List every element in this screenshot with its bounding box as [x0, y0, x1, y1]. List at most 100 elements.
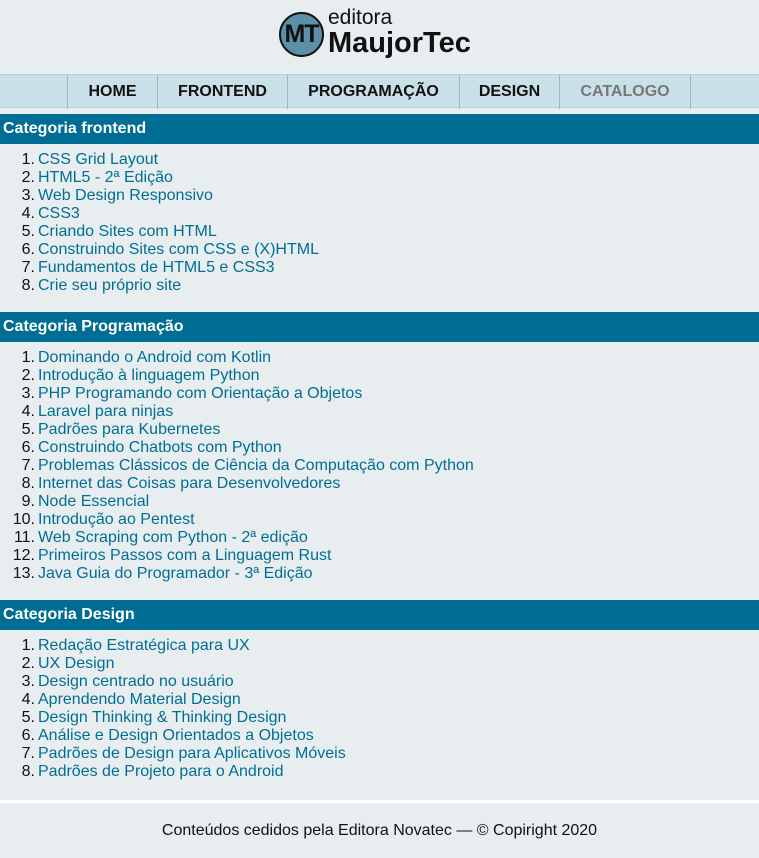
book-link[interactable]: Análise e Design Orientados a Objetos: [38, 727, 314, 744]
book-link[interactable]: Padrões de Design para Aplicativos Móvei…: [38, 745, 346, 762]
book-link[interactable]: Crie seu próprio site: [38, 277, 181, 294]
logo-title[interactable]: MaujorTec: [328, 27, 471, 59]
nav-item-frontend[interactable]: FRONTEND: [157, 75, 287, 109]
list-item-number: 2.: [21, 169, 35, 186]
list-item-number: 2.: [21, 655, 35, 672]
book-link[interactable]: Node Essencial: [38, 493, 149, 510]
book-link[interactable]: Design centrado no usuário: [38, 673, 234, 690]
list-item-number: 4.: [21, 403, 35, 420]
book-link[interactable]: CSS3: [38, 205, 80, 222]
list-item-number: 10.: [12, 511, 35, 528]
category-header-frontend: Categoria frontend: [0, 114, 759, 144]
list-item-number: 3.: [21, 673, 35, 690]
category-header-programacao: Categoria Programação: [0, 312, 759, 342]
list-item-number: 6.: [21, 439, 35, 456]
list-item: 3. PHP Programando com Orientação a Objet…: [0, 385, 474, 403]
list-item: 2. HTML5 - 2ª Edição: [0, 169, 319, 187]
list-item-number: 1.: [21, 151, 35, 168]
list-item: 8. Crie seu próprio site: [0, 277, 319, 295]
book-link[interactable]: Web Design Responsivo: [38, 187, 213, 204]
list-item-number: 5.: [21, 709, 35, 726]
footer-text: Conteúdos cedidos pela Editora Novatec —…: [161, 821, 598, 839]
list-item: 7. Problemas Clássicos de Ciência da Comp…: [0, 457, 474, 475]
book-list-design: 1. Redação Estratégica para UX 2. UX Design…: [0, 637, 346, 781]
nav-item-design[interactable]: DESIGN: [459, 75, 559, 109]
list-item: 8. Padrões de Projeto para o Android: [0, 763, 346, 781]
list-item: 2. UX Design: [0, 655, 346, 673]
book-link[interactable]: Problemas Clássicos de Ciência da Comput…: [38, 457, 474, 474]
list-item: 8. Internet das Coisas para Desenvolvedor…: [0, 475, 474, 493]
logo-badge[interactable]: MT: [279, 12, 324, 57]
list-item-number: 13.: [12, 565, 35, 582]
book-link[interactable]: Introdução ao Pentest: [38, 511, 195, 528]
list-item-number: 3.: [21, 385, 35, 402]
nav-item-programacao[interactable]: PROGRAMAÇÃO: [287, 75, 459, 109]
list-item: 2. Introdução à linguagem Python: [0, 367, 474, 385]
list-item: 11. Web Scraping com Python - 2ª edição: [0, 529, 474, 547]
nav-item-catalogo[interactable]: CATALOGO: [559, 75, 691, 109]
book-link[interactable]: Dominando o Android com Kotlin: [38, 349, 271, 366]
list-item: 6. Construindo Sites com CSS e (X)HTML: [0, 241, 319, 259]
book-link[interactable]: Construindo Sites com CSS e (X)HTML: [38, 241, 319, 258]
book-link[interactable]: Primeiros Passos com a Linguagem Rust: [38, 547, 331, 564]
book-link[interactable]: Aprendendo Material Design: [38, 691, 241, 708]
category-header-design: Categoria Design: [0, 600, 759, 630]
list-item: 12. Primeiros Passos com a Linguagem Rust: [0, 547, 474, 565]
logo-subtitle: editora: [328, 6, 393, 29]
book-link[interactable]: Design Thinking & Thinking Design: [38, 709, 286, 726]
list-item-number: 1.: [21, 349, 35, 366]
book-link[interactable]: PHP Programando com Orientação a Objetos: [38, 385, 362, 402]
book-link[interactable]: Redação Estratégica para UX: [38, 637, 250, 654]
list-item-number: 7.: [21, 745, 35, 762]
list-item: 4. Laravel para ninjas: [0, 403, 474, 421]
list-item: 13. Java Guia do Programador - 3ª Edição: [0, 565, 474, 583]
list-item-number: 5.: [21, 421, 35, 438]
nav-item-home[interactable]: HOME: [67, 75, 157, 109]
list-item: 9. Node Essencial: [0, 493, 474, 511]
list-item-number: 5.: [21, 223, 35, 240]
list-item-number: 3.: [21, 187, 35, 204]
list-item: 5. Criando Sites com HTML: [0, 223, 319, 241]
book-link[interactable]: Padrões de Projeto para o Android: [38, 763, 284, 780]
list-item: 6. Construindo Chatbots com Python: [0, 439, 474, 457]
book-link[interactable]: Construindo Chatbots com Python: [38, 439, 282, 456]
list-item: 3. Web Design Responsivo: [0, 187, 319, 205]
list-item-number: 2.: [21, 367, 35, 384]
list-item: 10. Introdução ao Pentest: [0, 511, 474, 529]
book-link[interactable]: HTML5 - 2ª Edição: [38, 169, 173, 186]
list-item-number: 6.: [21, 241, 35, 258]
book-link[interactable]: Web Scraping com Python - 2ª edição: [38, 529, 308, 546]
list-item-number: 8.: [21, 763, 35, 780]
list-item-number: 8.: [21, 277, 35, 294]
site-footer: Conteúdos cedidos pela Editora Novatec —…: [0, 803, 759, 858]
list-item: 7. Padrões de Design para Aplicativos Móv…: [0, 745, 346, 763]
book-link[interactable]: Fundamentos de HTML5 e CSS3: [38, 259, 275, 276]
book-link[interactable]: Criando Sites com HTML: [38, 223, 217, 240]
list-item: 3. Design centrado no usuário: [0, 673, 346, 691]
list-item: 1. CSS Grid Layout: [0, 151, 319, 169]
list-item: 4. CSS3: [0, 205, 319, 223]
book-list-frontend: 1. CSS Grid Layout 2. HTML5 - 2ª Edição 3. We…: [0, 151, 319, 295]
list-item-number: 1.: [21, 637, 35, 654]
list-item: 6. Análise e Design Orientados a Objetos: [0, 727, 346, 745]
list-item-number: 11.: [13, 529, 35, 546]
book-link[interactable]: Java Guia do Programador - 3ª Edição: [38, 565, 313, 582]
book-link[interactable]: Laravel para ninjas: [38, 403, 173, 420]
list-item: 1. Dominando o Android com Kotlin: [0, 349, 474, 367]
book-list-programacao: 1. Dominando o Android com Kotlin 2. Introd…: [0, 349, 474, 583]
book-link[interactable]: UX Design: [38, 655, 114, 672]
book-link[interactable]: Padrões para Kubernetes: [38, 421, 220, 438]
list-item-number: 7.: [21, 457, 35, 474]
list-item-number: 8.: [21, 475, 35, 492]
list-item: 5. Padrões para Kubernetes: [0, 421, 474, 439]
book-link[interactable]: Internet das Coisas para Desenvolvedores: [38, 475, 340, 492]
list-item-number: 12.: [12, 547, 35, 564]
list-item-number: 7.: [21, 259, 35, 276]
book-link[interactable]: Introdução à linguagem Python: [38, 367, 259, 384]
list-item: 7. Fundamentos de HTML5 e CSS3: [0, 259, 319, 277]
list-item: 4. Aprendendo Material Design: [0, 691, 346, 709]
book-link[interactable]: CSS Grid Layout: [38, 151, 158, 168]
list-item: 1. Redação Estratégica para UX: [0, 637, 346, 655]
site-header: MT editora MaujorTec: [0, 0, 759, 74]
list-item-number: 9.: [21, 493, 35, 510]
